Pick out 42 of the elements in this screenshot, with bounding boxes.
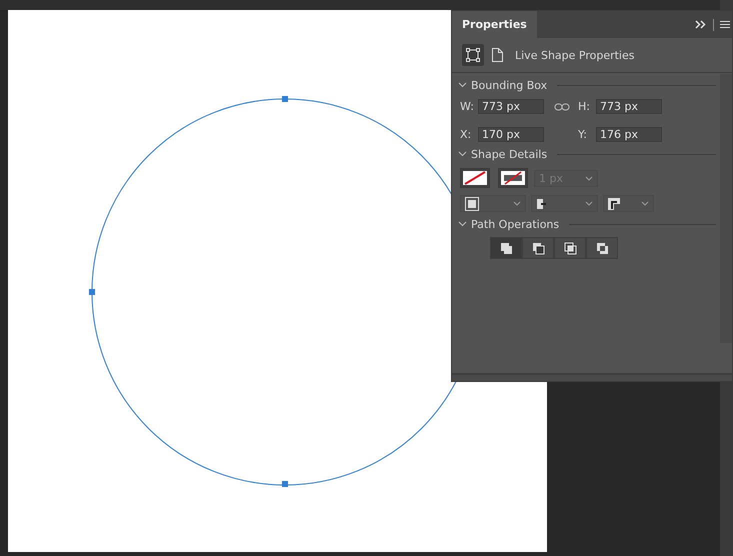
- stroke-align-icon: [465, 196, 479, 210]
- path-operation-button[interactable]: [554, 237, 586, 259]
- overlapping-squares-icon: [532, 242, 544, 254]
- path-operation-button[interactable]: [586, 237, 618, 259]
- field-label: H:: [578, 100, 591, 113]
- shape-mode-icon[interactable]: [462, 44, 484, 66]
- section-title: Shape Details: [471, 148, 548, 160]
- field-label: W:: [460, 100, 474, 113]
- caret-icon: [513, 201, 521, 206]
- stroke-swatch[interactable]: [498, 168, 528, 188]
- overlapping-squares-icon: [564, 242, 576, 254]
- document-icon[interactable]: [492, 48, 503, 62]
- dimension-field[interactable]: 773 px: [596, 99, 662, 114]
- fill-swatch[interactable]: [460, 168, 490, 188]
- dimension-field[interactable]: 170 px: [478, 127, 544, 142]
- dimension-field[interactable]: 176 px: [596, 127, 662, 142]
- link-icon[interactable]: [554, 102, 570, 112]
- menu-icon[interactable]: [720, 20, 730, 29]
- caps-dropdown[interactable]: [531, 195, 598, 212]
- resize-handle[interactable]: [452, 373, 732, 381]
- path-operation-button[interactable]: [522, 237, 554, 259]
- section-title: Path Operations: [471, 218, 560, 230]
- panel-subtitle: Live Shape Properties: [515, 48, 634, 62]
- caret-icon: [585, 201, 593, 206]
- field-label: Y:: [578, 128, 588, 141]
- corners-dropdown[interactable]: [603, 195, 654, 212]
- caret-icon: [585, 176, 593, 180]
- dimension-field[interactable]: 773 px: [478, 99, 544, 114]
- path-operation-button[interactable]: [490, 237, 522, 259]
- chevron-icon[interactable]: [458, 151, 467, 157]
- section-title: Bounding Box: [471, 78, 548, 92]
- collapse-icon[interactable]: [695, 20, 707, 29]
- caret-icon: [641, 201, 649, 206]
- panel-tab[interactable]: Properties: [452, 11, 537, 38]
- chevron-icon[interactable]: [458, 221, 467, 227]
- align-dropdown[interactable]: [460, 195, 526, 212]
- chevron-icon[interactable]: [458, 82, 467, 88]
- overlapping-squares-icon: [596, 242, 608, 254]
- line-corner-icon: [608, 198, 620, 210]
- overlapping-squares-icon: [500, 242, 512, 254]
- field-label: X:: [460, 128, 472, 141]
- line-cap-icon: [536, 198, 546, 210]
